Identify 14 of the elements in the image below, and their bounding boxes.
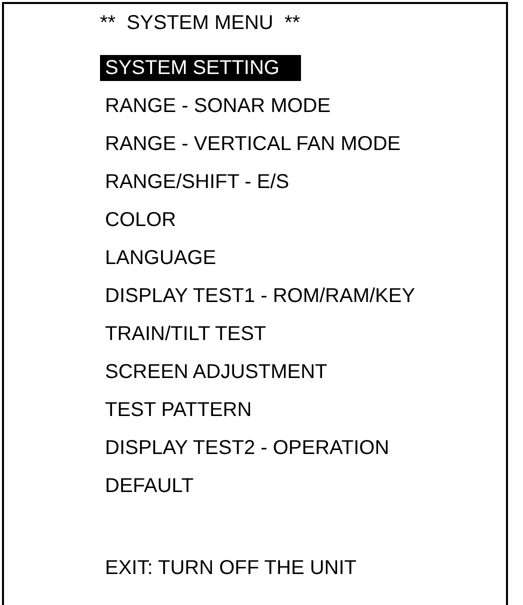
exit-instruction: EXIT: TURN OFF THE UNIT bbox=[104, 557, 358, 580]
menu-item[interactable]: DISPLAY TEST1 - ROM/RAM/KEY bbox=[100, 283, 438, 309]
menu-item[interactable]: RANGE - SONAR MODE bbox=[100, 93, 353, 119]
menu-item[interactable]: COLOR bbox=[100, 207, 198, 233]
menu-title: ** SYSTEM MENU ** bbox=[100, 11, 302, 35]
menu-item[interactable]: SCREEN ADJUSTMENT bbox=[100, 359, 350, 385]
menu-item[interactable]: RANGE - VERTICAL FAN MODE bbox=[100, 131, 423, 157]
menu-item[interactable]: TEST PATTERN bbox=[100, 397, 274, 423]
menu-item[interactable]: DEFAULT bbox=[100, 473, 216, 499]
menu-item[interactable]: LANGUAGE bbox=[100, 245, 238, 271]
menu-item[interactable]: RANGE/SHIFT - E/S bbox=[100, 169, 312, 195]
menu-item[interactable]: TRAIN/TILT TEST bbox=[100, 321, 288, 347]
menu-item[interactable]: DISPLAY TEST2 - OPERATION bbox=[100, 435, 412, 461]
menu-item[interactable]: SYSTEM SETTING bbox=[100, 55, 302, 81]
